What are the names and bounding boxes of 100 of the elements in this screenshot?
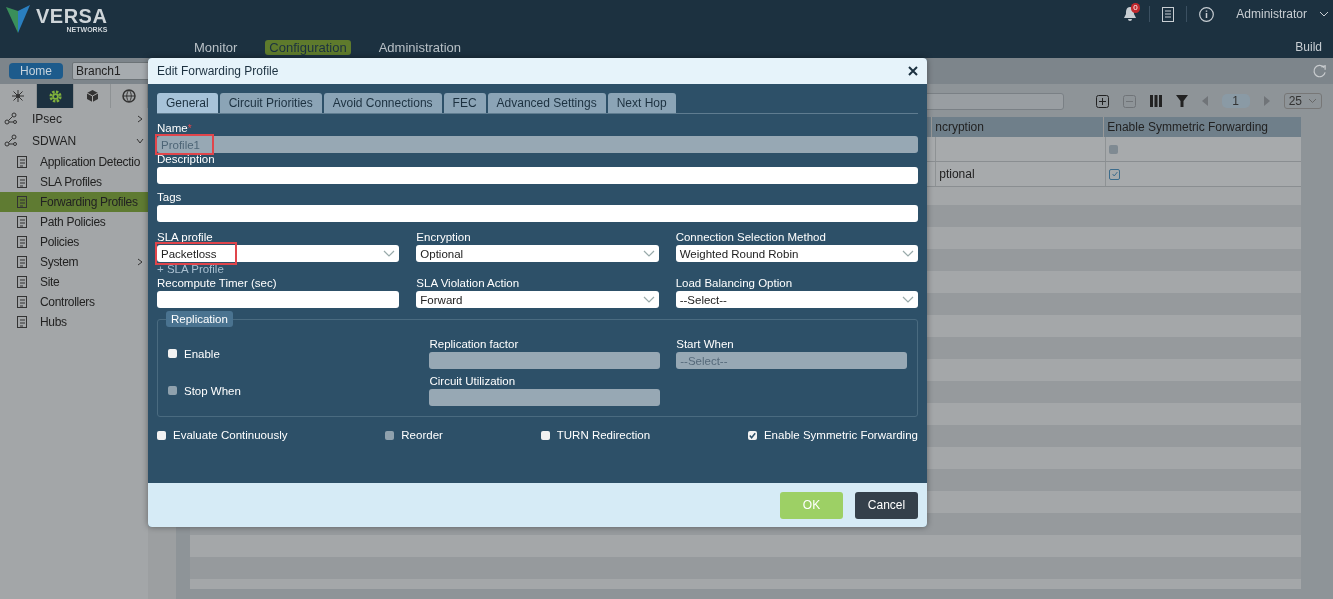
description-field[interactable] (157, 167, 918, 184)
add-sla-profile-link[interactable]: + SLA Profile (157, 263, 224, 275)
select-field[interactable]: Weighted Round Robin (675, 245, 918, 262)
field-label: Load Balancing Option (675, 277, 793, 289)
filter-icon[interactable] (1175, 95, 1188, 107)
network-icon (11, 89, 25, 103)
sidebar-item[interactable]: SLA Profiles (0, 172, 148, 192)
caret-icon (383, 249, 396, 258)
logo-icon (6, 5, 30, 33)
sidebar-item[interactable]: System (0, 252, 148, 272)
chevron-down-icon (1308, 98, 1317, 104)
network-icon (4, 134, 18, 148)
caret-icon (902, 249, 914, 258)
checkbox-label: Evaluate Continuously (173, 429, 288, 441)
add-icon[interactable] (1095, 94, 1109, 108)
caret-icon (902, 295, 914, 304)
field-label: Connection Selection Method (675, 231, 826, 243)
document-icon (16, 195, 30, 209)
columns-icon[interactable] (1149, 95, 1162, 107)
field-label: Recompute Timer (sec) (157, 277, 277, 289)
checkbox[interactable] (540, 430, 550, 440)
sidebar-item[interactable]: Site (0, 272, 148, 292)
tab[interactable]: Advanced Settings (487, 93, 606, 113)
caret-icon (642, 295, 655, 304)
select-field[interactable]: Packetloss (157, 245, 400, 262)
checkbox-label: Reorder (401, 429, 443, 441)
dialog-title: Edit Forwarding Profile (157, 64, 279, 78)
nav-tab[interactable]: Monitor (190, 39, 242, 55)
document-icon (16, 275, 30, 289)
sidebar-item[interactable]: Controllers (0, 292, 148, 312)
required-mark: * (187, 123, 192, 134)
sidebar-item[interactable]: Policies (0, 232, 148, 252)
page-field[interactable]: 1 (1221, 94, 1250, 108)
panel-legend: Replication (166, 311, 233, 327)
sidebar-tab[interactable] (0, 84, 37, 108)
notifications-button[interactable]: 0 (1123, 6, 1138, 22)
globe-icon (122, 89, 136, 103)
logo-text: VERSA (36, 5, 108, 27)
tags-field[interactable] (157, 205, 918, 222)
tab[interactable]: Next Hop (607, 93, 676, 113)
tree-item[interactable]: IPsec (0, 108, 148, 130)
document-icon (16, 315, 30, 329)
checkbox[interactable] (168, 349, 177, 358)
select-field[interactable]: Forward (416, 291, 659, 308)
close-icon[interactable] (908, 66, 918, 76)
field-label: Encryption (416, 231, 471, 243)
sidebar-tab[interactable] (74, 84, 111, 108)
field-label: Replication factor (429, 338, 519, 350)
checkbox[interactable] (1109, 144, 1119, 154)
nav-tab[interactable]: Administration (374, 39, 466, 55)
sidebar-item[interactable]: Application Detectio (0, 152, 148, 172)
page-size-select[interactable]: 25 (1283, 93, 1322, 109)
document-icon (16, 215, 30, 229)
field-label: SLA profile (157, 231, 213, 243)
document-icon (16, 295, 30, 309)
checkbox[interactable] (157, 430, 166, 440)
chevron-down-icon (1319, 11, 1329, 17)
tab[interactable]: FEC (443, 93, 486, 113)
text-field[interactable] (157, 291, 400, 308)
tab[interactable]: Circuit Priorities (219, 93, 322, 113)
sidebar-item[interactable]: Path Policies (0, 212, 148, 232)
sidebar-tab[interactable] (111, 84, 148, 108)
check-icon (1110, 170, 1119, 178)
build-label: Build (1295, 40, 1322, 54)
checkbox-label: Enable (184, 347, 220, 360)
table-cell: ptional (935, 162, 1106, 186)
home-button[interactable]: Home (9, 63, 63, 79)
tree-label: SDWAN (32, 134, 77, 148)
tab[interactable]: Avoid Connections (323, 93, 442, 113)
select-field[interactable]: --Select-- (675, 291, 918, 308)
info-icon[interactable] (1199, 6, 1215, 22)
field-label: Start When (676, 338, 734, 350)
tree-label: IPsec (32, 112, 62, 126)
checkbox-label: Stop When (184, 384, 241, 397)
field-label: Name (157, 122, 188, 134)
column-header[interactable]: Enable Symmetric Forwarding (1103, 117, 1301, 137)
list-icon[interactable] (1162, 6, 1175, 22)
cube-icon (85, 89, 99, 103)
caret-icon (642, 249, 655, 258)
field-label: Description (157, 153, 215, 165)
field-label: SLA Violation Action (416, 277, 520, 289)
sidebar-tab[interactable] (37, 84, 74, 108)
user-menu[interactable]: Administrator (1236, 7, 1307, 21)
document-icon (16, 255, 30, 269)
checkbox[interactable] (747, 430, 757, 440)
checkbox[interactable] (1109, 168, 1121, 180)
document-icon (16, 175, 30, 189)
tree-item[interactable]: SDWAN (0, 130, 148, 152)
document-icon (16, 155, 30, 169)
select-field[interactable]: Optional (416, 245, 659, 262)
column-header[interactable]: ncryption (931, 117, 1104, 137)
field-label: Tags (157, 191, 182, 203)
checkbox-label: Enable Symmetric Forwarding (763, 429, 918, 441)
sidebar-item[interactable]: Hubs (0, 312, 148, 332)
cancel-button[interactable]: Cancel (855, 491, 918, 519)
sidebar-item[interactable]: Forwarding Profiles (0, 192, 148, 212)
checkbox-label: TURN Redirection (556, 429, 651, 441)
tab[interactable]: General (157, 93, 218, 113)
refresh-icon[interactable] (1312, 63, 1327, 79)
field-label: Circuit Utilization (429, 375, 516, 387)
